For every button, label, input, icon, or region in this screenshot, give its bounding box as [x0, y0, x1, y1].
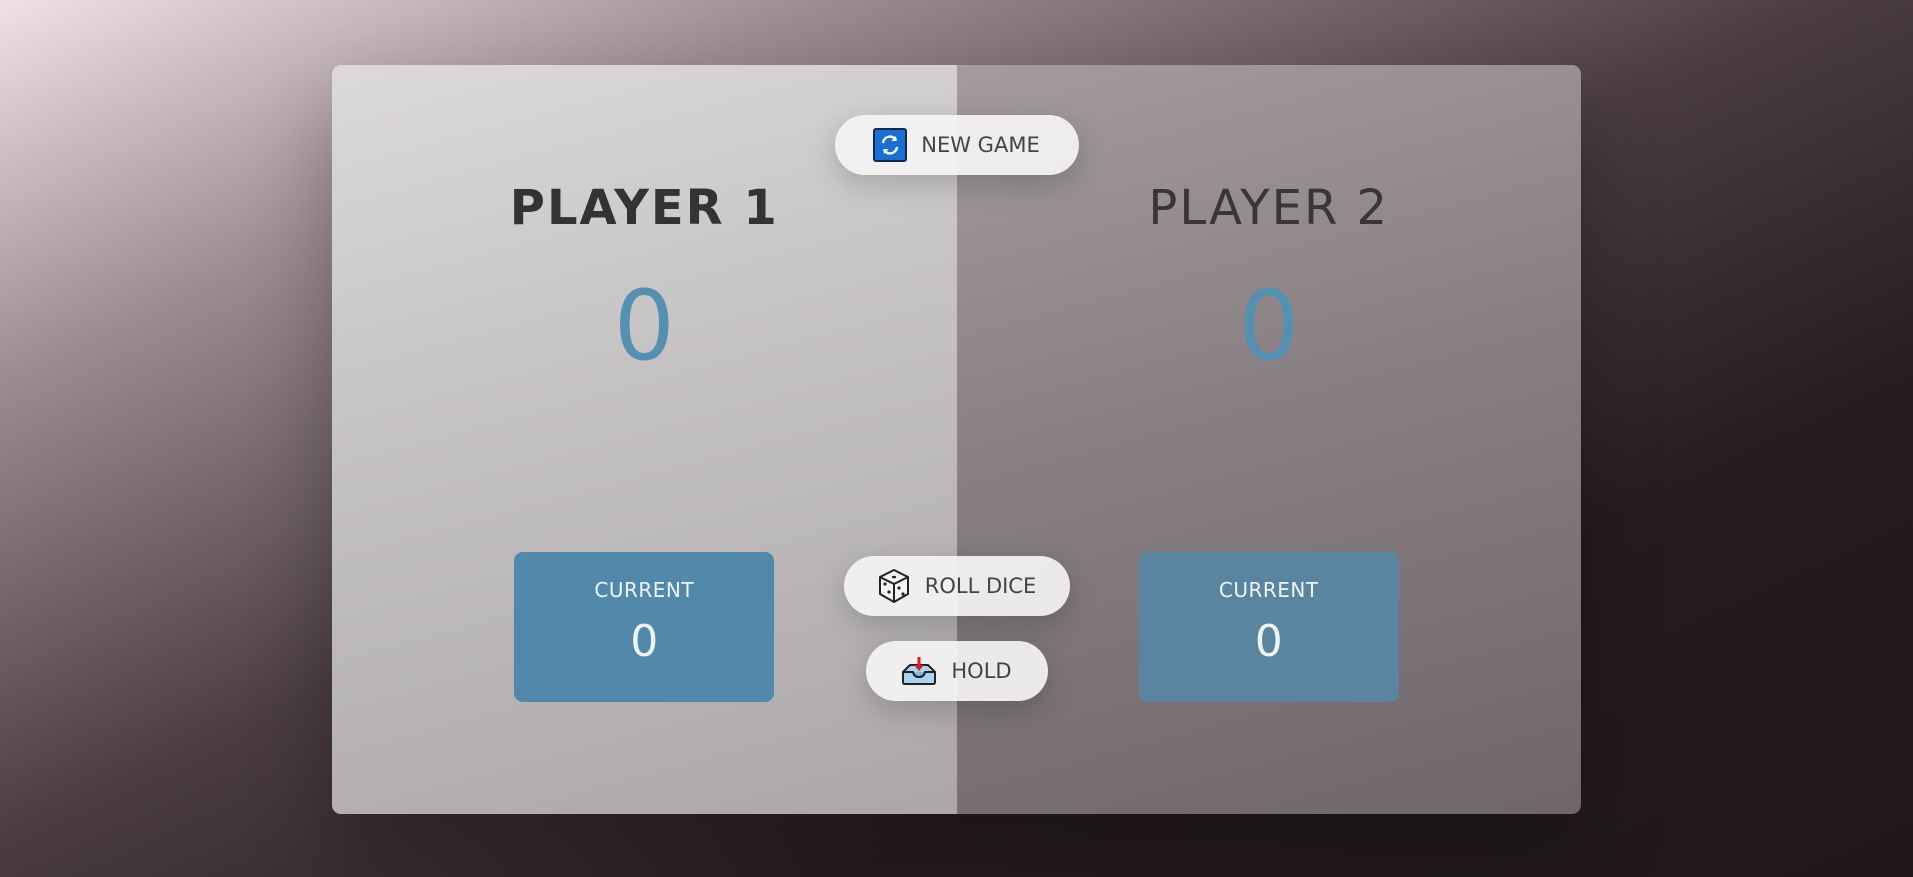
dice-icon [877, 568, 911, 604]
new-game-button[interactable]: NEW GAME [834, 115, 1079, 175]
player-2-name: PLAYER 2 [1148, 180, 1390, 236]
player-1-current-box: CURRENT 0 [514, 552, 775, 702]
player-1-current-label: CURRENT [594, 578, 695, 602]
player-2-current-score: 0 [1254, 616, 1283, 667]
player-1-name: PLAYER 1 [509, 180, 779, 236]
player-1-panel: PLAYER 1 0 CURRENT 0 [332, 65, 957, 814]
game-board: PLAYER 1 0 CURRENT 0 PLAYER 2 0 CURRENT … [332, 65, 1581, 814]
hold-button[interactable]: HOLD [865, 641, 1048, 701]
new-game-label: NEW GAME [921, 133, 1040, 157]
inbox-tray-icon [901, 656, 937, 686]
player-2-current-label: CURRENT [1218, 578, 1319, 602]
refresh-icon [873, 128, 908, 162]
player-2-current-box: CURRENT 0 [1138, 552, 1399, 702]
roll-dice-label: ROLL DICE [924, 574, 1037, 598]
roll-dice-button[interactable]: ROLL DICE [843, 556, 1070, 616]
player-2-panel: PLAYER 2 0 CURRENT 0 [956, 65, 1581, 814]
player-2-score: 0 [1238, 270, 1300, 382]
hold-label: HOLD [951, 659, 1012, 683]
player-1-current-score: 0 [630, 616, 659, 667]
player-1-score: 0 [613, 270, 675, 382]
